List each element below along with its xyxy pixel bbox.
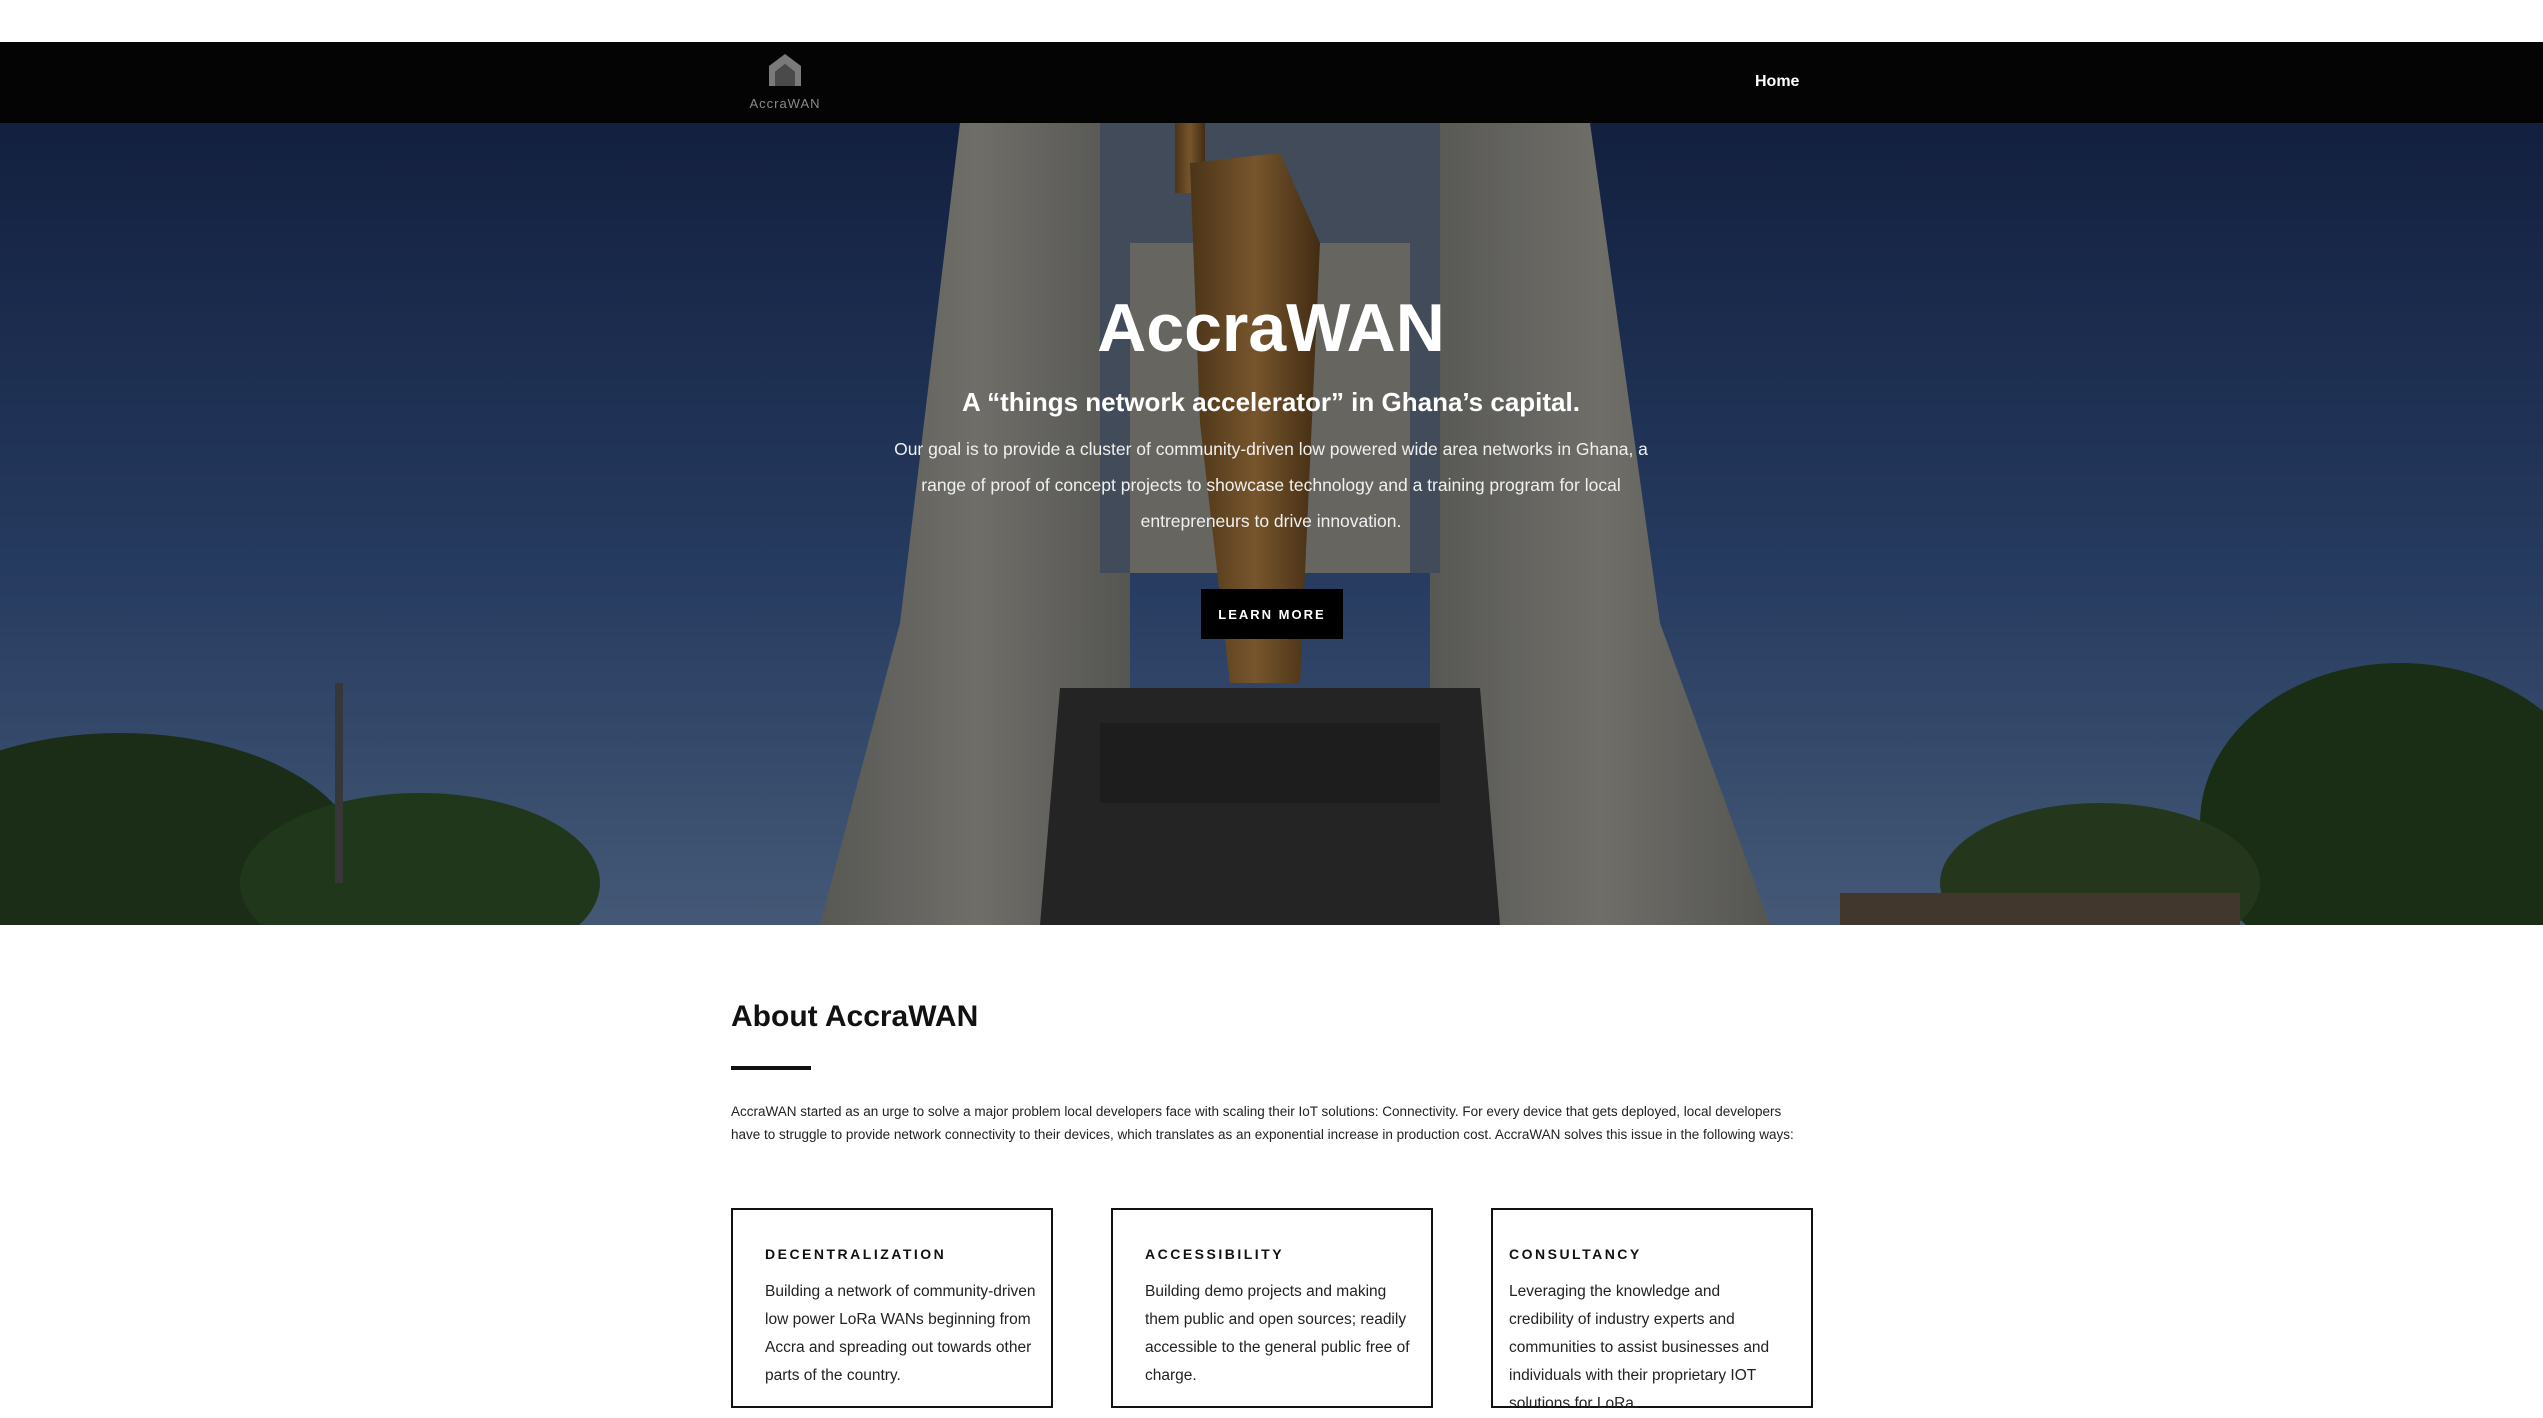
feature-card-accessibility: ACCESSIBILITY Building demo projects and… [1111,1208,1433,1408]
card-title: CONSULTANCY [1509,1246,1642,1262]
feature-card-consultancy: CONSULTANCY Leveraging the knowledge and… [1491,1208,1813,1412]
top-spacer [0,0,2543,42]
card-title: DECENTRALIZATION [765,1246,947,1262]
card-body: Building a network of community-driven l… [765,1283,1036,1384]
learn-more-button[interactable]: LEARN MORE [1201,589,1343,639]
about-divider [731,1066,811,1070]
hero-content: AccraWAN A “things network accelerator” … [871,283,1671,539]
hero-subtitle: A “things network accelerator” in Ghana’… [962,387,1580,417]
about-section: About AccraWAN AccraWAN started as an ur… [731,990,1813,1146]
card-body: Building demo projects and making them p… [1145,1283,1410,1384]
feature-card-decentralization: DECENTRALIZATION Building a network of c… [731,1208,1053,1408]
site-logo[interactable]: AccraWAN [745,52,825,114]
hero-title: AccraWAN [1097,290,1445,366]
about-title: About AccraWAN [731,1000,979,1033]
logo-text: AccraWAN [749,96,821,111]
card-body: Leveraging the knowledge and credibility… [1509,1283,1770,1412]
navbar: AccraWAN Home [0,42,2543,123]
hero-section: AccraWAN A “things network accelerator” … [0,123,2543,925]
card-title: ACCESSIBILITY [1145,1246,1285,1262]
arch-logo-icon [769,54,801,86]
hero-description: Our goal is to provide a cluster of comm… [894,439,1648,531]
about-text: AccraWAN started as an urge to solve a m… [731,1104,1794,1142]
nav-link-home[interactable]: Home [1755,69,1799,95]
